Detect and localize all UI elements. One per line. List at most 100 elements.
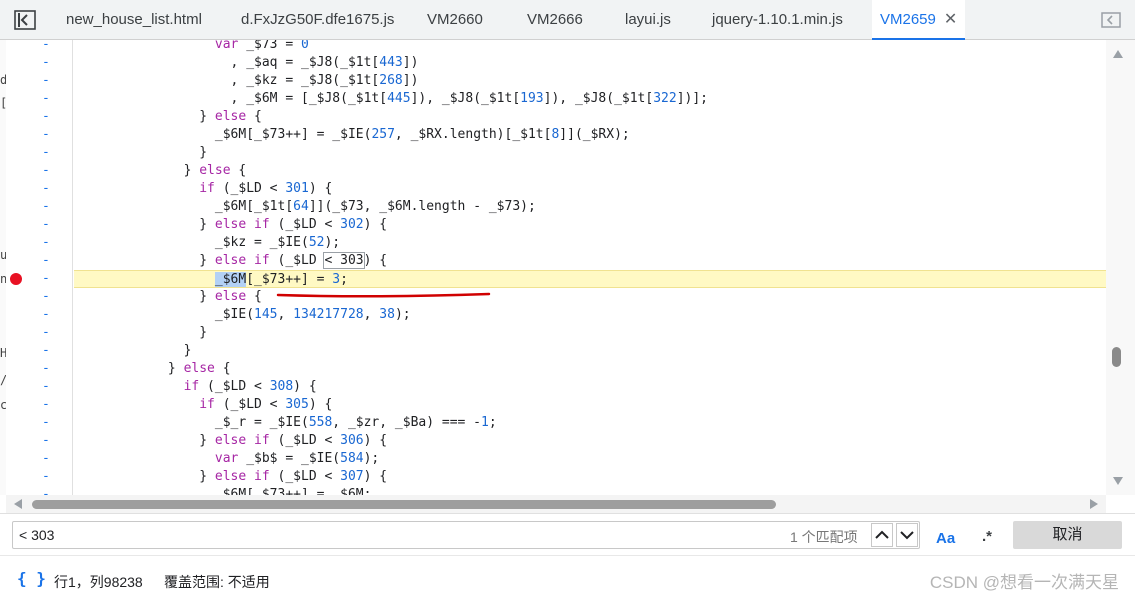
code-token: ]](_$73, _$6M.length - _$73); (308, 199, 536, 214)
line-marker[interactable]: - (42, 432, 50, 450)
line-marker[interactable]: - (42, 324, 50, 342)
code-token: _$6M[_$73++] = _$6M; (214, 487, 372, 495)
next-match-icon[interactable] (896, 523, 918, 547)
code-line[interactable]: if (_$LD < 301) { (74, 180, 1106, 198)
line-marker[interactable]: - (42, 108, 50, 126)
line-marker[interactable]: - (42, 378, 50, 396)
line-marker[interactable]: - (42, 162, 50, 180)
line-marker[interactable]: - (42, 216, 50, 234)
line-marker[interactable]: - (42, 234, 50, 252)
paused-code-line[interactable]: _$6M[_$73++] = 3; (74, 270, 1106, 288)
match-case-toggle[interactable]: Aa (936, 530, 955, 547)
code-line[interactable]: _$6M[_$73++] = _$IE(257, _$RX.length)[_$… (74, 126, 1106, 144)
line-marker[interactable]: - (42, 144, 50, 162)
scroll-up-icon[interactable] (1113, 50, 1123, 58)
code-line[interactable]: _$IE(145, 134217728, 38); (74, 306, 1106, 324)
tab-layui[interactable]: layui.js (625, 0, 671, 39)
line-marker[interactable]: - (42, 450, 50, 468)
line-marker[interactable]: - (42, 288, 50, 306)
code-token: 302 (340, 217, 364, 232)
cancel-button[interactable]: 取消 (1013, 521, 1122, 549)
code-line[interactable]: _$6M[_$1t[64]](_$73, _$6M.length - _$73)… (74, 198, 1106, 216)
code-token: else if (214, 253, 270, 268)
horizontal-scroll-thumb[interactable] (32, 500, 776, 509)
code-line[interactable]: } else { (74, 360, 1106, 378)
line-marker[interactable]: - (42, 396, 50, 414)
tab-new-house-list[interactable]: new_house_list.html (66, 0, 202, 39)
code-line[interactable]: if (_$LD < 308) { (74, 378, 1106, 396)
code-line[interactable]: } else { (74, 108, 1106, 126)
regex-toggle[interactable]: .* (982, 528, 992, 545)
code-line[interactable]: } else if (_$LD < 306) { (74, 432, 1106, 450)
scroll-left-icon[interactable] (14, 499, 22, 509)
toggle-navigator-icon[interactable] (14, 10, 36, 30)
pretty-print-icon[interactable]: { } (17, 569, 46, 588)
code-line[interactable]: } (74, 324, 1106, 342)
code-token: [_$73++] = (246, 272, 333, 287)
code-line[interactable]: , _$kz = _$J8(_$1t[268]) (74, 72, 1106, 90)
close-icon[interactable]: ✕ (944, 0, 957, 40)
code-line[interactable]: } else if (_$LD < 302) { (74, 216, 1106, 234)
line-marker[interactable]: - (42, 360, 50, 378)
code-token: (_$LD < (214, 181, 286, 196)
code-token: (_$LD < (269, 433, 341, 448)
line-marker[interactable]: - (42, 126, 50, 144)
code-line[interactable]: } (74, 342, 1106, 360)
tab-vm2660[interactable]: VM2660 (427, 0, 483, 39)
code-line[interactable]: , _$aq = _$J8(_$1t[443]) (74, 54, 1106, 72)
code-token: _$_r = _$IE( (214, 415, 309, 430)
code-token: 443 (379, 55, 403, 70)
code-line[interactable]: if (_$LD < 305) { (74, 396, 1106, 414)
search-input[interactable]: < 303 (12, 521, 920, 549)
code-token: { (246, 109, 262, 124)
line-marker[interactable]: - (42, 90, 50, 108)
line-marker[interactable]: - (42, 342, 50, 360)
line-marker[interactable]: - (42, 414, 50, 432)
line-marker[interactable]: - (42, 180, 50, 198)
breakpoint-icon[interactable] (10, 273, 22, 285)
code-token: ; (340, 272, 348, 287)
line-marker[interactable]: - (42, 486, 50, 495)
tab-vm2666[interactable]: VM2666 (527, 0, 583, 39)
scroll-down-icon[interactable] (1113, 477, 1123, 485)
code-line[interactable]: , _$6M = [_$J8(_$1t[445]), _$J8(_$1t[193… (74, 90, 1106, 108)
code-token: ) { (308, 397, 333, 412)
code-token: { (246, 289, 262, 304)
line-marker[interactable]: - (42, 306, 50, 324)
tab-jquery[interactable]: jquery-1.10.1.min.js (712, 0, 843, 39)
code-line[interactable]: } else { (74, 162, 1106, 180)
code-line[interactable]: var _$73 = 0 (74, 40, 1106, 54)
line-marker[interactable]: - (42, 54, 50, 72)
previous-match-icon[interactable] (871, 523, 893, 547)
horizontal-scrollbar[interactable] (6, 495, 1106, 513)
tab-d-fxjzg50f[interactable]: d.FxJzG50F.dfe1675.js (241, 0, 394, 39)
tab-vm2659[interactable]: VM2659 ✕ (872, 0, 966, 40)
line-marker[interactable]: - (42, 252, 50, 270)
scroll-right-icon[interactable] (1090, 499, 1098, 509)
line-marker[interactable]: - (42, 72, 50, 90)
code-token: , (363, 307, 380, 322)
code-line[interactable]: } (74, 144, 1106, 162)
code-token: else if (214, 217, 270, 232)
code-token: 52 (308, 235, 325, 250)
code-editor[interactable]: -------------------------- var _$73 = 0 … (6, 40, 1106, 495)
vertical-scrollbar[interactable] (1106, 40, 1135, 495)
code-area[interactable]: var _$73 = 0 , _$aq = _$J8(_$1t[443]) , … (74, 40, 1106, 495)
code-line[interactable]: _$6M[_$73++] = _$6M; (74, 486, 1106, 495)
code-line[interactable]: } else if (_$LD < 303) { (74, 252, 1106, 270)
line-gutter[interactable]: -------------------------- (6, 40, 73, 495)
tab-bar: new_house_list.html d.FxJzG50F.dfe1675.j… (0, 0, 1135, 40)
code-line[interactable]: } else if (_$LD < 307) { (74, 468, 1106, 486)
line-marker[interactable]: - (42, 270, 50, 288)
line-marker[interactable]: - (42, 198, 50, 216)
toggle-debugger-icon[interactable] (1101, 12, 1121, 28)
code-line[interactable]: } else { (74, 288, 1106, 306)
line-marker[interactable]: - (42, 468, 50, 486)
code-line[interactable]: _$_r = _$IE(558, _$zr, _$Ba) === -1; (74, 414, 1106, 432)
code-token: ) { (363, 253, 388, 268)
line-marker[interactable]: - (42, 40, 50, 54)
vertical-scroll-thumb[interactable] (1112, 347, 1121, 367)
code-token: } (199, 433, 215, 448)
code-line[interactable]: _$kz = _$IE(52); (74, 234, 1106, 252)
code-line[interactable]: var _$b$ = _$IE(584); (74, 450, 1106, 468)
